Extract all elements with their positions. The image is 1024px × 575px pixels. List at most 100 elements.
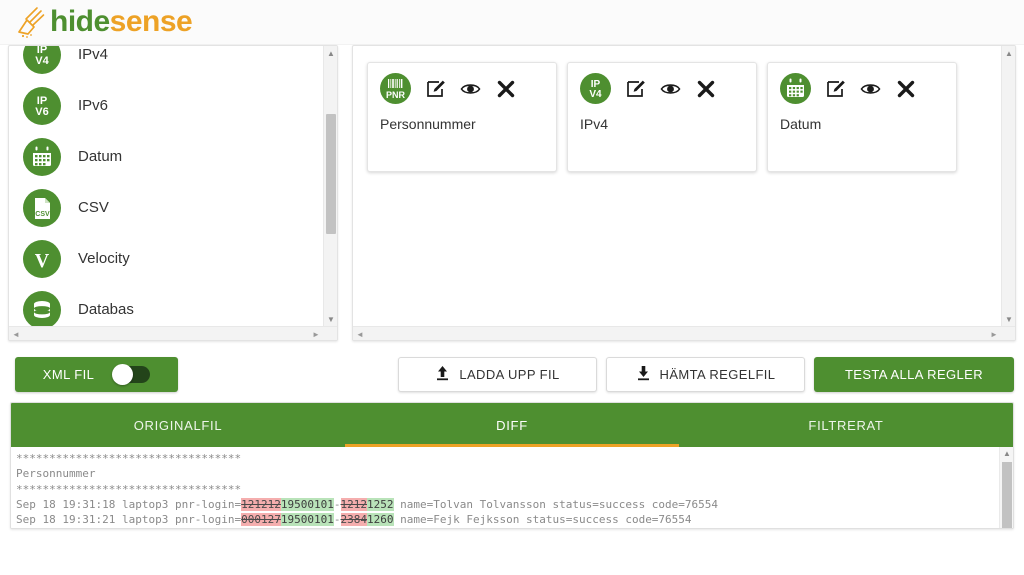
sidebar-item-label: CSV <box>78 199 109 216</box>
scroll-right-arrow-icon[interactable]: ► <box>987 327 1001 340</box>
svg-text:CSV: CSV <box>35 211 50 218</box>
rule-card-ipv4[interactable]: IP V4 IPv4 <box>567 62 757 172</box>
sidebar-item-ipv6[interactable]: IP V6 IPv6 <box>9 80 323 131</box>
ipv6-icon: IP V6 <box>23 86 61 125</box>
log-plain-text: - <box>334 528 341 529</box>
close-x-icon[interactable] <box>495 78 516 99</box>
card-title: IPv4 <box>580 116 609 132</box>
diff-output-area: ********************************** Person… <box>11 447 1013 529</box>
diff-removed-text: 2382 <box>341 528 368 529</box>
download-rulefile-button[interactable]: HÄMTA REGELFIL <box>606 356 805 392</box>
toggle-switch[interactable] <box>112 363 151 385</box>
diff-added-text: 19500101 <box>280 497 334 511</box>
svg-text:V: V <box>35 250 50 272</box>
close-x-icon[interactable] <box>695 78 716 99</box>
rule-card-personnummer[interactable]: PNR Personnummer <box>367 62 557 172</box>
log-plain-text: name=Tolvan Tolvansson status=success co… <box>393 497 719 511</box>
scroll-left-arrow-icon[interactable]: ◄ <box>353 327 367 340</box>
database-icon <box>23 290 61 326</box>
diff-vertical-scrollbar[interactable]: ▲ <box>999 447 1013 528</box>
sidebar-item-csv[interactable]: CSV CSV <box>9 182 323 233</box>
test-all-rules-label: TESTA ALLA REGLER <box>844 366 984 382</box>
rule-card-datum[interactable]: Datum <box>767 62 957 172</box>
active-rules-horizontal-scrollbar[interactable]: ◄ ► <box>353 326 1015 340</box>
svg-text:V4: V4 <box>35 55 49 67</box>
scroll-left-arrow-icon[interactable]: ◄ <box>9 327 23 340</box>
diff-added-text: 1260 <box>367 513 394 527</box>
test-all-rules-button[interactable]: TESTA ALLA REGLER <box>814 356 1014 392</box>
edit-pencil-icon[interactable] <box>625 78 646 99</box>
diff-removed-text: 1212 <box>340 497 368 511</box>
diff-added-text: 1286 <box>367 528 394 529</box>
log-plain-text: Sep 18 19:31:33 laptop3 pnr-login= <box>16 528 241 529</box>
svg-text:V6: V6 <box>35 106 48 118</box>
asterisk-rule: ********************************** <box>16 452 242 465</box>
tab-originalfil[interactable]: ORIGINALFIL <box>11 403 345 447</box>
log-line: Sep 18 19:31:33 laptop3 pnr-login=981211… <box>16 527 1013 529</box>
scroll-right-arrow-icon[interactable]: ► <box>309 327 323 340</box>
tab-label: ORIGINALFIL <box>133 417 223 433</box>
sidebar-item-velocity[interactable]: V Velocity <box>9 233 323 284</box>
scroll-down-arrow-icon[interactable]: ▼ <box>324 312 337 326</box>
tab-label: FILTRERAT <box>808 417 884 433</box>
sidebar-item-databas[interactable]: Databas <box>9 284 323 326</box>
log-plain-text: Sep 18 19:31:18 laptop3 pnr-login= <box>16 497 242 511</box>
active-rules-panel: PNR Personnummer IP V4 IPv4 Datum ▲ ▼ ◄ … <box>352 45 1016 341</box>
upload-file-button[interactable]: LADDA UPP FIL <box>398 356 597 392</box>
eye-icon[interactable] <box>460 78 481 99</box>
edit-pencil-icon[interactable] <box>425 78 446 99</box>
ipv4-icon: IP V4 <box>580 73 611 104</box>
calendar-icon <box>780 73 811 104</box>
rule-types-scroll-area: IP V4 IPv4 IP V6 IPv6 Datum CSV CSV V Ve… <box>9 46 323 326</box>
log-section-title: Personnummer <box>16 466 1013 481</box>
diff-added-text: 1252 <box>367 497 394 511</box>
log-rule-line: ********************************** <box>16 482 1013 497</box>
rule-cards-container: PNR Personnummer IP V4 IPv4 Datum <box>353 46 1001 172</box>
log-plain-text: - <box>333 513 341 527</box>
eye-icon[interactable] <box>660 78 681 99</box>
upload-file-label: LADDA UPP FIL <box>459 366 560 382</box>
scroll-down-arrow-icon[interactable]: ▼ <box>1002 312 1015 326</box>
close-x-icon[interactable] <box>895 78 916 99</box>
sidebar-item-label: Databas <box>78 301 134 318</box>
brand-logo[interactable]: hidesense <box>14 5 193 39</box>
log-line: Sep 18 19:31:21 laptop3 pnr-login=000127… <box>16 512 1013 527</box>
diff-added-text: 19500101 <box>280 513 334 527</box>
rule-types-vertical-scrollbar[interactable]: ▲ ▼ <box>323 46 337 326</box>
xml-file-label: XML FIL <box>42 366 95 382</box>
edit-pencil-icon[interactable] <box>825 78 846 99</box>
rule-types-list: IP V4 IPv4 IP V6 IPv6 Datum CSV CSV V Ve… <box>9 46 323 326</box>
sidebar-item-label: IPv6 <box>78 97 109 114</box>
velocity-icon: V <box>23 239 61 278</box>
brand-name-hide: hide <box>50 5 110 38</box>
toggle-knob <box>112 363 134 385</box>
log-plain-text: name=Test Testsson status=success code=7… <box>394 528 692 529</box>
log-plain-text: name=Fejk Fejksson status=success code=7… <box>393 513 692 527</box>
sidebar-item-datum[interactable]: Datum <box>9 131 323 182</box>
scrollbar-thumb[interactable] <box>1002 462 1012 528</box>
tab-diff[interactable]: DIFF <box>345 403 679 447</box>
tab-filtrerat[interactable]: FILTRERAT <box>679 403 1013 447</box>
log-plain-text: - <box>333 497 341 511</box>
card-title: Personnummer <box>380 116 476 132</box>
card-icon-row: PNR <box>380 73 544 104</box>
calendar-icon <box>23 137 61 176</box>
log-rule-line: ********************************** <box>16 451 1013 466</box>
active-rules-vertical-scrollbar[interactable]: ▲ ▼ <box>1001 46 1015 326</box>
rule-types-horizontal-scrollbar[interactable]: ◄ ► <box>9 326 337 340</box>
scroll-up-arrow-icon[interactable]: ▲ <box>324 46 337 60</box>
active-rules-scroll-area: PNR Personnummer IP V4 IPv4 Datum <box>353 46 1001 326</box>
asterisk-rule: ********************************** <box>16 482 242 496</box>
xml-file-toggle[interactable]: XML FIL <box>15 356 178 392</box>
eye-icon[interactable] <box>860 78 881 99</box>
brand-name-sense: sense <box>109 5 193 38</box>
sidebar-item-label: Velocity <box>78 250 130 267</box>
scroll-up-arrow-icon[interactable]: ▲ <box>1002 46 1015 60</box>
scrollbar-thumb[interactable] <box>326 114 336 234</box>
scroll-up-arrow-icon[interactable]: ▲ <box>1000 447 1013 460</box>
action-bar: XML FIL LADDA UPP FIL HÄMTA REGELFIL TES… <box>0 341 1024 397</box>
sidebar-item-ipv4[interactable]: IP V4 IPv4 <box>9 46 323 80</box>
card-icon-row: IP V4 <box>580 73 744 104</box>
csv-file-icon: CSV <box>23 188 61 227</box>
rule-types-panel: IP V4 IPv4 IP V6 IPv6 Datum CSV CSV V Ve… <box>8 45 338 341</box>
